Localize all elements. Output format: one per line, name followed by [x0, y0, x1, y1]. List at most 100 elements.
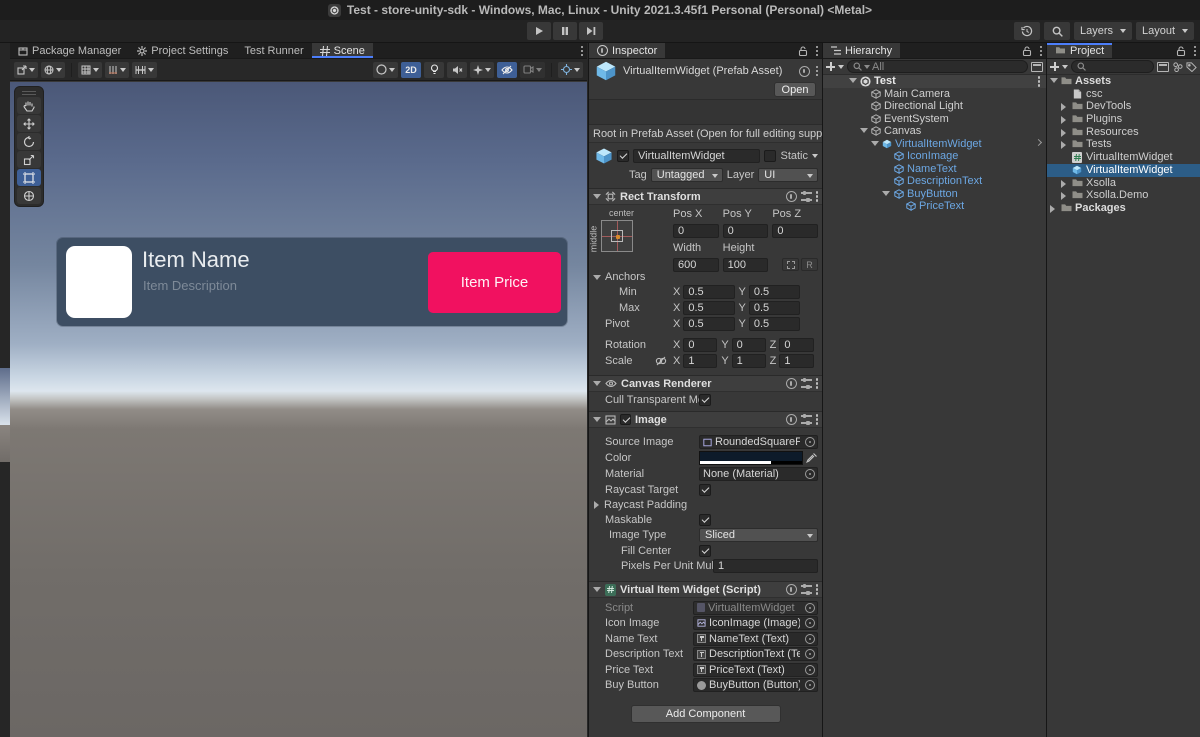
search-button[interactable]	[1044, 22, 1070, 40]
pivot-x-field[interactable]: 0.5	[683, 317, 734, 331]
object-picker-icon[interactable]	[805, 634, 815, 644]
help-icon[interactable]	[786, 414, 797, 425]
script-object-field[interactable]: VirtualItemWidget	[693, 601, 818, 615]
scene-audio-toggle[interactable]	[447, 62, 467, 78]
pause-button[interactable]	[553, 22, 577, 40]
presets-icon[interactable]	[801, 415, 812, 424]
foldout-icon[interactable]	[593, 587, 601, 592]
project-item-root[interactable]: Assets	[1047, 75, 1200, 88]
rect-transform-header[interactable]: Rect Transform	[589, 188, 822, 205]
layout-dropdown[interactable]: Layout	[1136, 22, 1194, 40]
draw-mode-dropdown[interactable]	[373, 62, 398, 78]
search-by-type-icon[interactable]	[1172, 62, 1183, 72]
grid-snap-dropdown[interactable]	[105, 62, 129, 78]
project-item[interactable]: Tests	[1047, 138, 1200, 151]
lock-icon[interactable]	[1176, 46, 1186, 56]
hierarchy-item[interactable]: BuyButton	[823, 188, 1046, 201]
play-button[interactable]	[527, 22, 551, 40]
open-search-window-icon[interactable]	[1157, 62, 1169, 72]
gizmos-dropdown[interactable]	[558, 62, 583, 78]
project-item[interactable]: csc	[1047, 88, 1200, 101]
pivot-y-field[interactable]: 0.5	[749, 317, 800, 331]
effects-dropdown[interactable]	[470, 62, 494, 78]
pixels-per-unit-field[interactable]: 1	[713, 559, 818, 573]
help-icon[interactable]	[786, 191, 797, 202]
create-dropdown-icon[interactable]	[838, 65, 844, 69]
static-dropdown-icon[interactable]	[812, 154, 818, 158]
lock-icon[interactable]	[1022, 46, 1032, 56]
grid-axis-dropdown[interactable]	[78, 62, 102, 78]
color-swatch[interactable]	[699, 451, 803, 465]
cull-transparent-mesh-checkbox[interactable]	[699, 394, 711, 406]
width-field[interactable]: 600	[673, 258, 719, 272]
foldout-icon[interactable]	[871, 141, 879, 146]
undo-history-button[interactable]	[1014, 22, 1040, 40]
create-button[interactable]	[826, 62, 835, 71]
presets-icon[interactable]	[801, 585, 812, 594]
pos-y-field[interactable]: 0	[723, 224, 769, 238]
price-text-field[interactable]: PriceText (Text)	[693, 663, 818, 677]
hierarchy-item-prefab-root[interactable]: VirtualItemWidget	[823, 138, 1046, 151]
scene-visibility-toggle[interactable]	[497, 62, 517, 78]
active-checkbox[interactable]	[617, 150, 629, 162]
component-menu-icon[interactable]	[816, 70, 819, 73]
scene-menu-icon[interactable]	[1038, 80, 1041, 83]
max-y-field[interactable]: 0.5	[749, 301, 800, 315]
min-y-field[interactable]: 0.5	[749, 285, 800, 299]
hierarchy-item[interactable]: IconImage	[823, 150, 1046, 163]
tab-project-settings[interactable]: Project Settings	[129, 43, 236, 58]
foldout-icon[interactable]	[1061, 192, 1066, 200]
eyedropper-icon[interactable]	[806, 452, 818, 464]
tab-test-runner[interactable]: Test Runner	[236, 43, 311, 58]
scene-lighting-toggle[interactable]	[424, 62, 444, 78]
scale-z-field[interactable]: 1	[779, 354, 814, 368]
hierarchy-item-scene[interactable]: Test	[823, 75, 1046, 88]
anchors-foldout-icon[interactable]	[593, 275, 601, 280]
project-item-script[interactable]: VirtualItemWidget	[1047, 151, 1200, 164]
scene-camera-dropdown[interactable]	[520, 62, 545, 78]
icon-image-field[interactable]: IconImage (Image)	[693, 616, 818, 630]
rotation-y-field[interactable]: 0	[732, 338, 766, 352]
pane-menu-icon[interactable]	[1040, 50, 1043, 53]
project-item[interactable]: Resources	[1047, 126, 1200, 139]
max-x-field[interactable]: 0.5	[683, 301, 734, 315]
pos-z-field[interactable]: 0	[772, 224, 818, 238]
tab-hierarchy[interactable]: Hierarchy	[823, 43, 900, 58]
scale-x-field[interactable]: 1	[683, 354, 717, 368]
step-button[interactable]	[579, 22, 603, 40]
buy-button[interactable]: Item Price	[428, 252, 561, 313]
object-picker-icon[interactable]	[805, 469, 815, 479]
component-menu-icon[interactable]	[816, 195, 819, 198]
view-hand-tool-button[interactable]	[17, 97, 41, 114]
hierarchy-item[interactable]: PriceText	[823, 200, 1046, 213]
foldout-icon[interactable]	[1061, 116, 1066, 124]
foldout-icon[interactable]	[593, 194, 601, 199]
help-icon[interactable]	[799, 66, 810, 77]
rect-tool-button[interactable]	[17, 169, 41, 186]
link-scale-icon[interactable]	[655, 356, 667, 366]
pane-menu-icon[interactable]	[581, 50, 584, 53]
project-item[interactable]: Xsolla	[1047, 177, 1200, 190]
object-picker-icon[interactable]	[805, 649, 815, 659]
scale-tool-button[interactable]	[17, 151, 41, 168]
layers-dropdown[interactable]: Layers	[1074, 22, 1132, 40]
maskable-checkbox[interactable]	[699, 514, 711, 526]
hierarchy-item[interactable]: NameText	[823, 163, 1046, 176]
hierarchy-item[interactable]: DescriptionText	[823, 175, 1046, 188]
raycast-target-checkbox[interactable]	[699, 484, 711, 496]
foldout-icon[interactable]	[849, 78, 857, 83]
height-field[interactable]: 100	[723, 258, 769, 272]
layer-dropdown[interactable]: UI	[758, 168, 818, 182]
foldout-icon[interactable]	[1061, 103, 1066, 111]
component-menu-icon[interactable]	[816, 588, 819, 591]
2d-toggle-button[interactable]: 2D	[401, 62, 421, 78]
foldout-icon[interactable]	[1050, 205, 1055, 213]
tab-inspector[interactable]: Inspector	[589, 43, 665, 58]
pos-x-field[interactable]: 0	[673, 224, 719, 238]
transform-tool-button[interactable]	[17, 187, 41, 204]
description-text-field[interactable]: DescriptionText (Text)	[693, 647, 818, 661]
raw-mode-button[interactable]: R	[801, 258, 818, 271]
object-picker-icon[interactable]	[805, 665, 815, 675]
image-type-dropdown[interactable]: Sliced	[699, 528, 818, 542]
pane-menu-icon[interactable]	[1194, 50, 1197, 53]
